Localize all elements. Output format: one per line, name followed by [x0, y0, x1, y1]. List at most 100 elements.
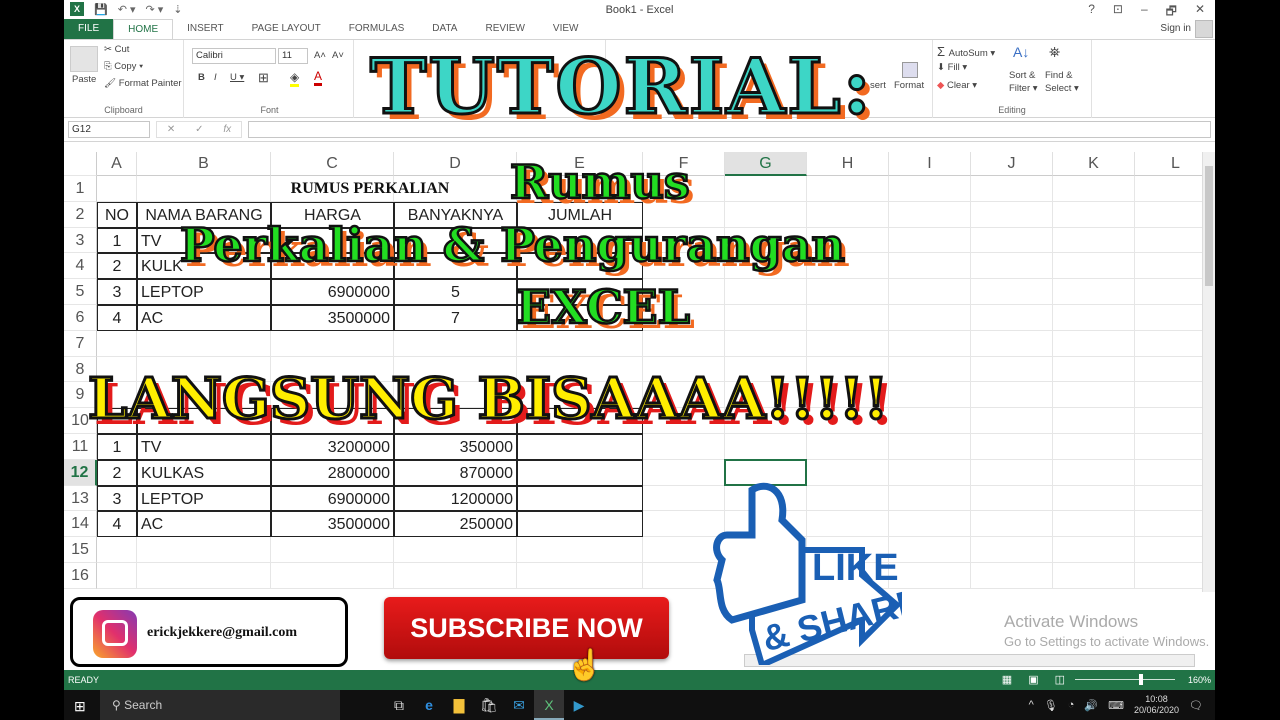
autosum-button[interactable]: Σ AutoSum ▾: [937, 44, 995, 59]
taskbar-search[interactable]: ⚲ Search: [100, 690, 340, 720]
enter-icon[interactable]: ✓: [195, 124, 203, 135]
cell[interactable]: [971, 408, 1053, 434]
cell[interactable]: [517, 563, 643, 589]
task-view-icon[interactable]: ⧉: [384, 690, 414, 720]
paste-button[interactable]: Paste: [72, 74, 96, 85]
cell[interactable]: [271, 537, 394, 563]
cell[interactable]: [889, 279, 971, 305]
cell[interactable]: [1053, 305, 1135, 331]
cell-banyak[interactable]: 5: [394, 279, 517, 305]
cell[interactable]: [97, 330, 137, 357]
excel-taskbar-icon[interactable]: X: [534, 690, 564, 720]
row-header-12[interactable]: 12: [64, 459, 97, 486]
cell[interactable]: [889, 382, 971, 409]
cell[interactable]: [1053, 227, 1135, 254]
cell-nama[interactable]: KULKAS: [137, 459, 271, 486]
cell[interactable]: [971, 382, 1053, 409]
cell-value[interactable]: 1200000: [394, 485, 517, 512]
row-header-7[interactable]: 7: [64, 330, 97, 357]
column-header-g[interactable]: G: [725, 152, 807, 176]
cell-result[interactable]: [517, 434, 643, 460]
cut-button[interactable]: ✂ Cut: [104, 44, 129, 55]
cell[interactable]: [1053, 330, 1135, 357]
row-header-15[interactable]: 15: [64, 537, 97, 563]
cell[interactable]: [643, 330, 725, 357]
column-header-d[interactable]: D: [394, 152, 517, 176]
cell[interactable]: [889, 227, 971, 254]
instagram-badge[interactable]: erickjekkere@gmail.com: [70, 597, 348, 667]
cell[interactable]: [137, 537, 271, 563]
find-select-menu[interactable]: Select ▾: [1045, 83, 1079, 94]
select-all-corner[interactable]: [64, 152, 97, 176]
cell[interactable]: [1053, 279, 1135, 305]
cell-result[interactable]: [517, 511, 643, 538]
tab-formulas[interactable]: FORMULAS: [335, 19, 419, 39]
row-header-14[interactable]: 14: [64, 511, 97, 538]
cell[interactable]: [1053, 201, 1135, 228]
fill-color-icon[interactable]: ◈: [290, 70, 300, 87]
cell-no[interactable]: 4: [97, 305, 137, 331]
sort-filter-button[interactable]: Sort &: [1009, 70, 1035, 81]
cell[interactable]: [643, 434, 725, 460]
cell[interactable]: [971, 459, 1053, 486]
cancel-icon[interactable]: ✕: [167, 124, 175, 135]
cell[interactable]: [1053, 459, 1135, 486]
cell[interactable]: [517, 537, 643, 563]
cell-value[interactable]: 350000: [394, 434, 517, 460]
tab-file[interactable]: FILE: [64, 19, 114, 39]
cell-no[interactable]: 2: [97, 459, 137, 486]
bold-button[interactable]: B: [198, 72, 205, 83]
cell-no[interactable]: 2: [97, 253, 137, 280]
cell[interactable]: [971, 511, 1053, 538]
cell[interactable]: [971, 537, 1053, 563]
name-box[interactable]: G12: [68, 121, 150, 138]
keyboard-icon[interactable]: ⌨: [1108, 699, 1124, 712]
cell[interactable]: [971, 330, 1053, 357]
column-header-j[interactable]: J: [971, 152, 1053, 176]
row-header-13[interactable]: 13: [64, 485, 97, 512]
normal-view-icon[interactable]: ▦: [1002, 673, 1012, 686]
cell[interactable]: [889, 176, 971, 202]
cell[interactable]: [725, 434, 807, 460]
cell[interactable]: [889, 434, 971, 460]
cell[interactable]: [971, 356, 1053, 383]
row-header-11[interactable]: 11: [64, 434, 97, 460]
font-color-icon[interactable]: A: [314, 69, 323, 86]
cell-banyak[interactable]: 7: [394, 305, 517, 331]
cell[interactable]: [971, 253, 1053, 280]
cell[interactable]: [394, 330, 517, 357]
cell[interactable]: [1053, 253, 1135, 280]
cell[interactable]: [725, 279, 807, 305]
cell-no[interactable]: 3: [97, 279, 137, 305]
column-header-c[interactable]: C: [271, 152, 394, 176]
cell-result[interactable]: [517, 485, 643, 512]
copy-button[interactable]: ⎘ Copy ▾: [104, 61, 143, 72]
avatar[interactable]: [1195, 20, 1213, 38]
clock[interactable]: 10:08 20/06/2020: [1134, 694, 1179, 716]
cell-nama[interactable]: TV: [137, 434, 271, 460]
zoom-level[interactable]: 160%: [1188, 675, 1211, 685]
wifi-icon[interactable]: ◔: [1068, 699, 1075, 711]
cell[interactable]: [97, 537, 137, 563]
subscribe-button[interactable]: SUBSCRIBE NOW: [384, 597, 669, 659]
sign-in-link[interactable]: Sign in: [1160, 23, 1191, 34]
cell[interactable]: [1053, 511, 1135, 538]
italic-button[interactable]: I: [214, 72, 217, 83]
cell[interactable]: [889, 253, 971, 280]
cell[interactable]: [807, 330, 889, 357]
cell-nama[interactable]: LEPTOP: [137, 485, 271, 512]
cell[interactable]: [889, 305, 971, 331]
cell[interactable]: [1053, 434, 1135, 460]
cell[interactable]: [725, 305, 807, 331]
column-header-k[interactable]: K: [1053, 152, 1135, 176]
cell-harga[interactable]: 2800000: [271, 459, 394, 486]
cell[interactable]: [517, 330, 643, 357]
cell[interactable]: [1053, 563, 1135, 589]
cell[interactable]: [889, 330, 971, 357]
cell-no[interactable]: 1: [97, 434, 137, 460]
cell[interactable]: [807, 434, 889, 460]
font-name-select[interactable]: Calibri: [192, 48, 276, 64]
cell[interactable]: [807, 305, 889, 331]
cell[interactable]: [889, 408, 971, 434]
media-app-icon[interactable]: ▶: [564, 690, 594, 720]
